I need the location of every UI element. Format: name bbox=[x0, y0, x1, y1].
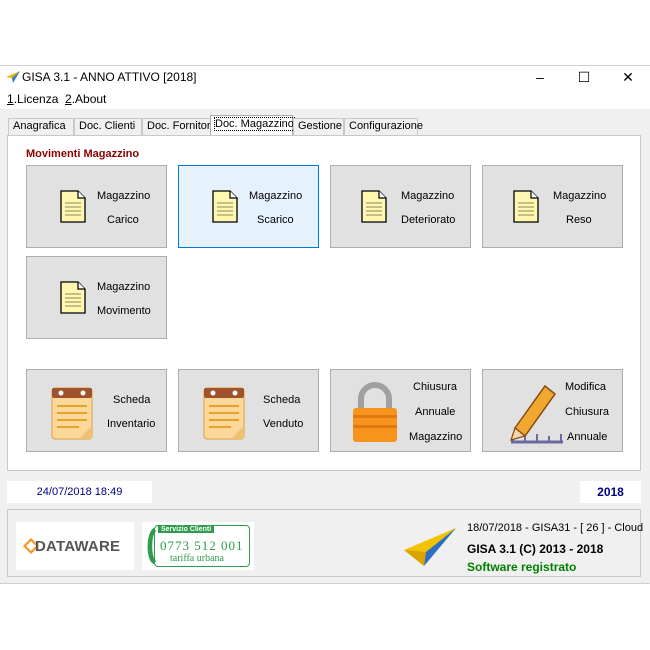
tile-label: Magazzino bbox=[401, 190, 455, 202]
menu-about[interactable]: 2.About bbox=[65, 92, 106, 106]
tile-label: Venduto bbox=[263, 418, 304, 430]
tile-label: Annuale bbox=[567, 431, 608, 443]
tile-label: Modifica bbox=[565, 381, 606, 393]
tab-anagrafica[interactable]: Anagrafica bbox=[8, 118, 74, 135]
tile-label: Movimento bbox=[97, 305, 151, 317]
notepad-icon bbox=[203, 387, 245, 440]
tile-label: Scarico bbox=[257, 214, 294, 226]
tile-label: Scheda bbox=[113, 394, 151, 406]
app-window: GISA 3.1 - ANNO ATTIVO [2018] – ☐ ✕ 1.Li… bbox=[0, 65, 650, 584]
tile-label: Scheda bbox=[263, 394, 301, 406]
magazzino-scarico-button[interactable]: Magazzino Scarico bbox=[178, 165, 319, 248]
tab-doc-clienti[interactable]: Doc. Clienti bbox=[74, 118, 142, 135]
tile-label: Magazzino bbox=[553, 190, 607, 202]
document-icon bbox=[361, 190, 387, 223]
tile-label: Magazzino bbox=[97, 190, 151, 202]
magazzino-carico-button[interactable]: Magazzino Carico bbox=[26, 165, 167, 248]
tab-panel-doc-magazzino: Movimenti Magazzino Magazzino Carico Mag… bbox=[7, 135, 641, 471]
notepad-icon bbox=[51, 387, 93, 440]
build-info: 18/07/2018 - GISA31 - [ 26 ] - Cloud bbox=[467, 522, 644, 534]
tile-label: Magazzino bbox=[249, 190, 303, 202]
copyright-text: GISA 3.1 (C) 2013 - 2018 bbox=[467, 542, 604, 556]
window-title: GISA 3.1 - ANNO ATTIVO [2018] bbox=[22, 70, 197, 84]
tile-label: Reso bbox=[566, 214, 592, 226]
tab-configurazione[interactable]: Configurazione bbox=[344, 118, 423, 135]
menu-bar: 1.Licenza 2.About bbox=[0, 89, 650, 109]
magazzino-reso-button[interactable]: Magazzino Reso bbox=[482, 165, 623, 248]
tab-gestione[interactable]: Gestione bbox=[293, 118, 344, 135]
status-year: 2018 bbox=[580, 481, 641, 503]
tab-doc-fornitori[interactable]: Doc. Fornitori bbox=[142, 118, 213, 135]
title-bar: GISA 3.1 - ANNO ATTIVO [2018] – ☐ ✕ bbox=[0, 66, 650, 89]
tab-doc-magazzino[interactable]: Doc. Magazzino bbox=[210, 115, 295, 136]
tile-label: Magazzino bbox=[97, 281, 151, 293]
tile-label: Annuale bbox=[415, 406, 456, 418]
document-icon bbox=[60, 190, 86, 223]
paper-plane-icon bbox=[404, 528, 456, 566]
footer-panel: DATAWARE Servizio Clienti 0773 512 001 t… bbox=[7, 509, 644, 577]
minimize-button[interactable]: – bbox=[518, 66, 562, 89]
document-icon bbox=[60, 281, 86, 314]
phone-number: 0773 512 001 bbox=[160, 538, 244, 553]
magazzino-deteriorato-button[interactable]: Magazzino Deteriorato bbox=[330, 165, 471, 248]
menu-licenza[interactable]: 1.Licenza bbox=[7, 92, 58, 106]
customer-service-box: Servizio Clienti 0773 512 001 tariffa ur… bbox=[142, 522, 254, 570]
phone-note: tariffa urbana bbox=[170, 553, 224, 564]
tile-label: Carico bbox=[107, 214, 139, 226]
lock-icon bbox=[353, 382, 397, 442]
magazzino-movimento-button[interactable]: Magazzino Movimento bbox=[26, 256, 167, 339]
modifica-chiusura-annuale-button[interactable]: Modifica Chiusura Annuale bbox=[482, 369, 623, 452]
chiusura-annuale-magazzino-button[interactable]: Chiusura Annuale Magazzino bbox=[330, 369, 471, 452]
phone-label: Servizio Clienti bbox=[158, 526, 215, 533]
document-icon bbox=[212, 190, 238, 223]
scheda-inventario-button[interactable]: Scheda Inventario bbox=[26, 369, 167, 452]
status-datetime: 24/07/2018 18:49 bbox=[7, 481, 152, 503]
registration-status: Software registrato bbox=[467, 560, 577, 574]
tile-label: Chiusura bbox=[565, 406, 610, 418]
close-button[interactable]: ✕ bbox=[606, 66, 650, 89]
document-icon bbox=[513, 190, 539, 223]
scheda-venduto-button[interactable]: Scheda Venduto bbox=[178, 369, 319, 452]
tile-label: Deteriorato bbox=[401, 214, 456, 226]
section-title: Movimenti Magazzino bbox=[26, 148, 140, 160]
logo-text: DATAWARE bbox=[35, 538, 121, 555]
pencil-ruler-icon bbox=[510, 384, 563, 444]
tile-label: Magazzino bbox=[409, 431, 463, 443]
dataware-logo: DATAWARE bbox=[16, 522, 134, 570]
maximize-button[interactable]: ☐ bbox=[562, 66, 606, 89]
tile-label: Chiusura bbox=[413, 381, 458, 393]
tile-label: Inventario bbox=[107, 418, 156, 430]
app-logo-icon bbox=[6, 71, 20, 83]
